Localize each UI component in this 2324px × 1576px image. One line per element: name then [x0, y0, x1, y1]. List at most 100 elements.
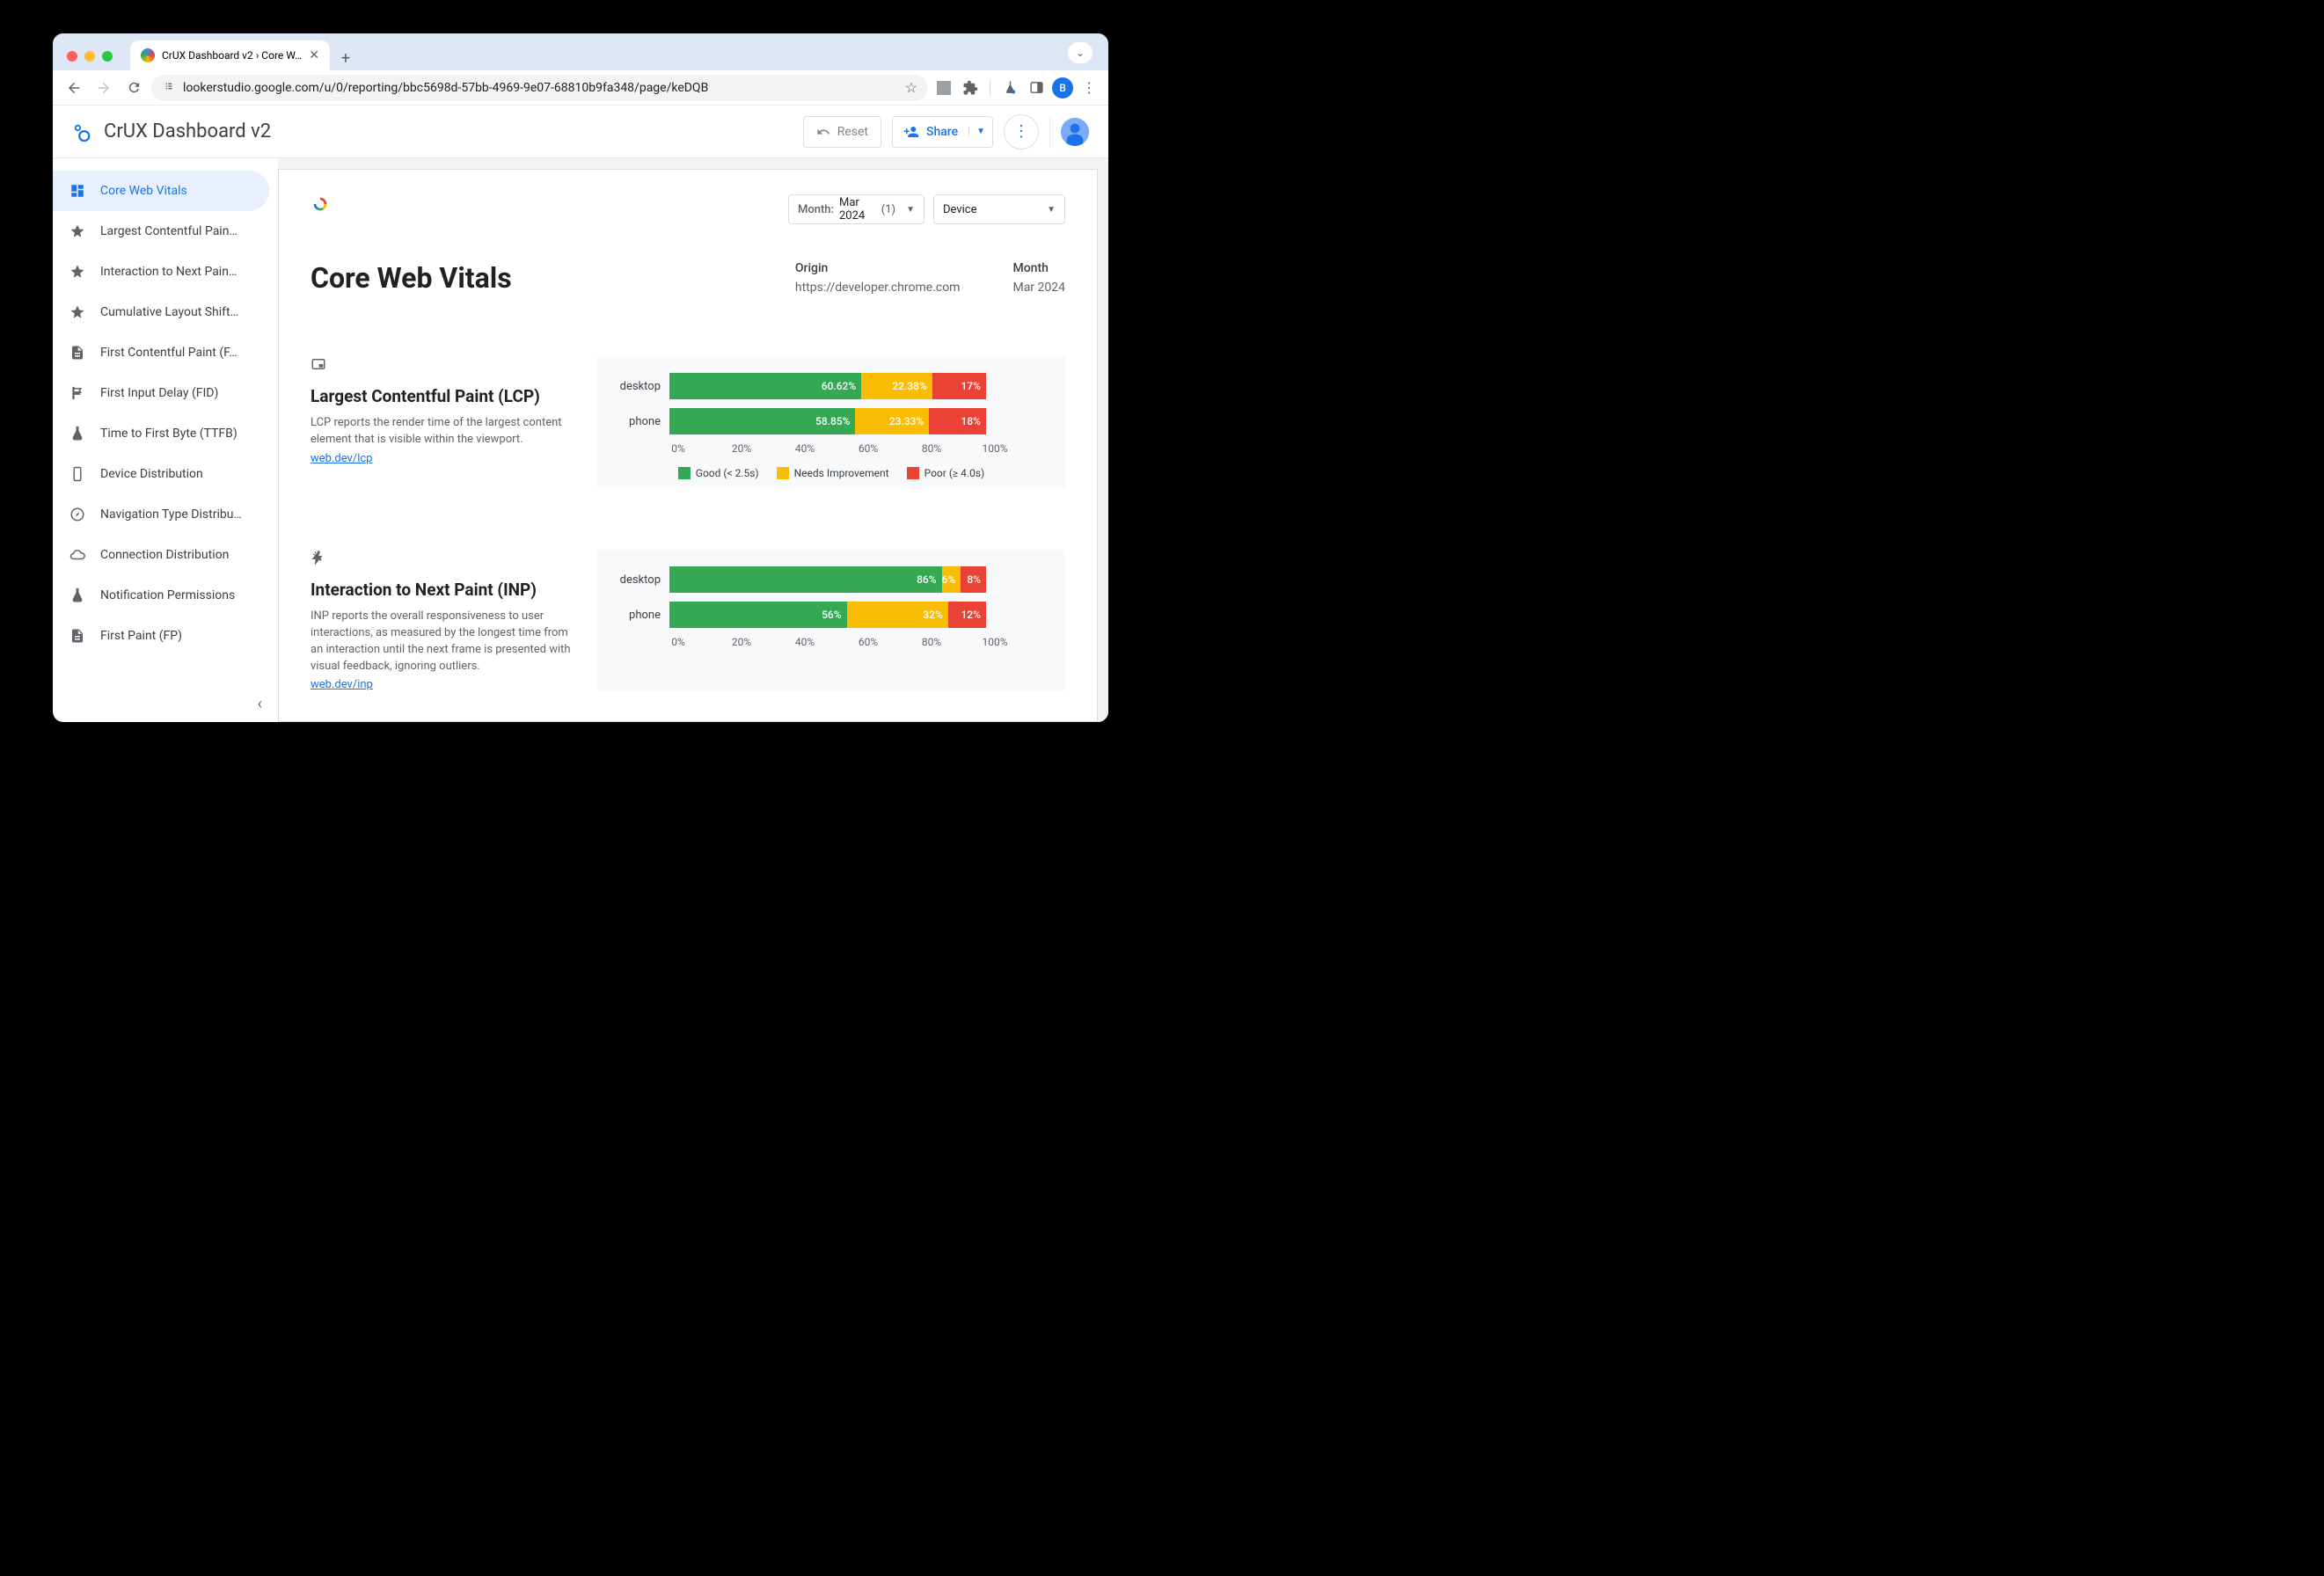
metric-chart: desktop60.62%22.38%17%phone58.85%23.33%1… [597, 356, 1065, 488]
new-tab-button[interactable]: + [333, 46, 358, 70]
more-options-button[interactable]: ⋮ [1004, 114, 1039, 150]
axis-tick: 100% [982, 442, 1007, 455]
browser-window: CrUX Dashboard v2 › Core W… ✕ + ⌄ looker… [53, 33, 1108, 722]
chart-bar-row: phone56%32%12% [617, 601, 1046, 629]
axis-tick: 80% [922, 442, 941, 455]
bar-track: 86%6%8% [669, 566, 986, 593]
metric-block: Interaction to Next Paint (INP) INP repor… [311, 550, 1065, 691]
bar-segment-ni: 6% [942, 566, 961, 593]
share-button[interactable]: Share ▼ [892, 116, 993, 148]
sidebar-item-9[interactable]: Connection Distribution [53, 535, 269, 575]
month-filter[interactable]: Month: Mar 2024 (1) ▼ [788, 194, 924, 224]
account-avatar[interactable] [1061, 118, 1089, 146]
axis-tick: 60% [859, 636, 878, 648]
bar-segment-good: 58.85% [669, 408, 855, 434]
arrow-left-icon [66, 80, 82, 96]
metric-description: LCP reports the render time of the large… [311, 415, 574, 449]
compass-icon [69, 507, 86, 522]
metric-link[interactable]: web.dev/lcp [311, 452, 372, 465]
flask-icon [69, 426, 86, 441]
reset-button[interactable]: Reset [803, 116, 881, 148]
extension-icon[interactable] [933, 77, 954, 98]
legend-swatch-icon [907, 467, 919, 479]
back-button[interactable] [62, 76, 86, 100]
axis-tick: 60% [859, 442, 878, 455]
star-icon [69, 304, 86, 320]
tab-title: CrUX Dashboard v2 › Core W… [162, 49, 302, 62]
minimize-window-icon[interactable] [84, 51, 95, 62]
metric-title: Largest Contentful Paint (LCP) [311, 386, 574, 406]
sidebar-item-6[interactable]: Time to First Byte (TTFB) [53, 413, 269, 454]
close-tab-icon[interactable]: ✕ [309, 48, 319, 62]
labs-icon[interactable] [999, 77, 1020, 98]
chart-axis: 0%20%40%60%80%100% [678, 636, 995, 650]
browser-menu-icon[interactable]: ⋮ [1078, 77, 1100, 98]
sidebar-item-11[interactable]: First Paint (FP) [53, 616, 269, 656]
share-dropdown-icon[interactable]: ▼ [968, 127, 992, 136]
maximize-window-icon[interactable] [102, 51, 113, 62]
axis-tick: 0% [671, 442, 685, 455]
forward-button[interactable] [91, 76, 116, 100]
bar-segment-good: 56% [669, 602, 847, 628]
sidebar-item-2[interactable]: Interaction to Next Pain… [53, 252, 269, 292]
person-add-icon [903, 124, 919, 140]
tabs-overflow-button[interactable]: ⌄ [1068, 42, 1093, 63]
bar-segment-poor: 12% [948, 602, 986, 628]
favicon-icon [141, 48, 155, 62]
arrow-right-icon [96, 80, 112, 96]
sidebar-item-4[interactable]: First Contentful Paint (F… [53, 332, 269, 373]
collapse-sidebar-button[interactable]: ‹ [258, 695, 262, 713]
reload-icon [127, 80, 142, 95]
window-controls [63, 51, 120, 70]
metric-link[interactable]: web.dev/inp [311, 678, 373, 691]
metric-block: Largest Contentful Paint (LCP) LCP report… [311, 356, 1065, 488]
sidebar-item-0[interactable]: Core Web Vitals [53, 171, 269, 211]
bar-segment-poor: 8% [961, 566, 986, 593]
bar-segment-poor: 17% [932, 373, 986, 399]
undo-icon [816, 125, 830, 139]
bar-track: 60.62%22.38%17% [669, 373, 986, 399]
url-text: lookerstudio.google.com/u/0/reporting/bb… [183, 81, 708, 95]
bar-track: 56%32%12% [669, 602, 986, 628]
bookmark-icon[interactable]: ☆ [905, 79, 917, 96]
sidebar-item-label: Cumulative Layout Shift… [100, 305, 238, 319]
origin-label: Origin [795, 261, 961, 275]
address-bar: lookerstudio.google.com/u/0/reporting/bb… [53, 70, 1108, 106]
report-canvas[interactable]: Month: Mar 2024 (1) ▼ Device ▼ Core Web … [278, 169, 1098, 722]
metric-icon [311, 550, 574, 569]
doc-icon [69, 345, 86, 361]
browser-tab[interactable]: CrUX Dashboard v2 › Core W… ✕ [130, 40, 330, 70]
bar-category-label: phone [617, 415, 669, 428]
side-panel-icon[interactable] [1026, 77, 1047, 98]
sidebar-item-label: Time to First Byte (TTFB) [100, 427, 238, 441]
sidebar: Core Web VitalsLargest Contentful Pain… I… [53, 158, 278, 722]
sidebar-item-7[interactable]: Device Distribution [53, 454, 269, 494]
looker-studio-icon [72, 122, 91, 142]
reload-button[interactable] [121, 76, 146, 100]
site-settings-icon[interactable] [162, 79, 176, 97]
sidebar-item-1[interactable]: Largest Contentful Pain… [53, 211, 269, 252]
url-field[interactable]: lookerstudio.google.com/u/0/reporting/bb… [151, 75, 928, 101]
chart-axis: 0%20%40%60%80%100% [678, 442, 995, 456]
chevron-down-icon: ▼ [906, 205, 915, 215]
doc-icon [69, 628, 86, 644]
sidebar-item-label: Interaction to Next Pain… [100, 265, 237, 279]
dashboard-icon [69, 183, 86, 199]
close-window-icon[interactable] [67, 51, 77, 62]
chart-bar-row: phone58.85%23.33%18% [617, 407, 1046, 435]
device-filter[interactable]: Device ▼ [933, 194, 1065, 224]
legend-swatch-icon [777, 467, 789, 479]
metric-description: INP reports the overall responsiveness t… [311, 609, 574, 675]
bar-segment-ni: 23.33% [855, 408, 929, 434]
profile-avatar[interactable]: B [1052, 77, 1073, 98]
extensions-menu-icon[interactable] [960, 77, 981, 98]
sidebar-item-3[interactable]: Cumulative Layout Shift… [53, 292, 269, 332]
sidebar-item-10[interactable]: Notification Permissions [53, 575, 269, 616]
metric-title: Interaction to Next Paint (INP) [311, 580, 574, 600]
legend-item: Good (< 2.5s) [678, 467, 759, 479]
sidebar-item-8[interactable]: Navigation Type Distribu… [53, 494, 269, 535]
sidebar-item-5[interactable]: First Input Delay (FID) [53, 373, 269, 413]
star-icon [69, 223, 86, 239]
bar-segment-poor: 18% [929, 408, 986, 434]
axis-tick: 80% [922, 636, 941, 648]
